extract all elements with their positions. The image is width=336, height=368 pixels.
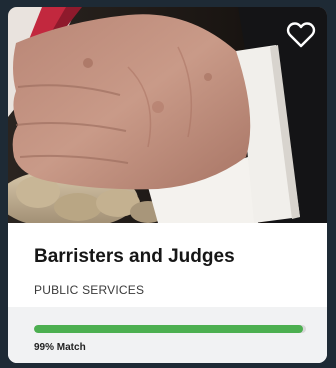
favorite-button[interactable]: [286, 21, 316, 49]
match-progress-bar: [34, 325, 306, 333]
career-title: Barristers and Judges: [34, 246, 235, 267]
match-progress-fill: [34, 325, 304, 333]
card-body: Barristers and Judges PUBLIC SERVICES: [8, 223, 327, 307]
heart-outline-icon: [286, 22, 316, 48]
match-section: 99% Match: [8, 307, 327, 363]
career-card[interactable]: Barristers and Judges PUBLIC SERVICES 99…: [8, 7, 327, 363]
match-label: 99% Match: [34, 342, 86, 353]
career-photo: [8, 7, 327, 223]
career-category: PUBLIC SERVICES: [34, 283, 145, 297]
